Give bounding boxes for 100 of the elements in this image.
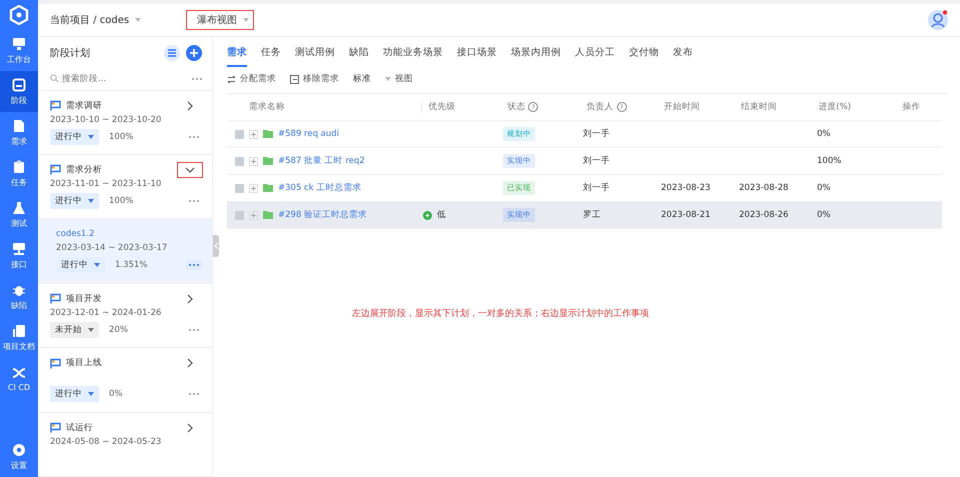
nav-item[interactable]: 阶段: [0, 71, 38, 112]
status-dropdown[interactable]: 进行中: [50, 386, 99, 402]
table-cell: 2023-08-21: [661, 210, 710, 220]
stage-item[interactable]: 试运行 2024-05-08 ~ 2024-05-23: [38, 412, 212, 477]
column-header: 进度(%): [818, 101, 852, 113]
priority-text: 低: [437, 209, 446, 221]
table-cell: 刘一手: [583, 128, 610, 140]
settings-icon: [12, 442, 26, 456]
nav-item[interactable]: 需求: [0, 112, 38, 153]
stage-name: 项目开发: [66, 292, 103, 305]
monitor-icon: [12, 36, 26, 50]
table-cell: 0%: [817, 210, 830, 220]
column-header: 优先级: [427, 101, 456, 113]
requirement-link[interactable]: #587 批量 工时 req2: [278, 155, 365, 167]
checkbox[interactable]: [235, 156, 244, 166]
checkbox[interactable]: [235, 130, 244, 138]
more-icon[interactable]: [186, 260, 202, 270]
tab[interactable]: 测试用例: [295, 40, 335, 66]
annotation-text: 左边展开阶段，显示其下计划，一对多的关系；右边显示计划中的工作事项: [352, 308, 650, 320]
tab[interactable]: 发布: [673, 40, 693, 66]
date-range: 2023-10-10 ~ 2023-10-20: [50, 114, 162, 124]
nav-item[interactable]: 任务: [0, 153, 38, 194]
search-icon: [50, 74, 59, 84]
shuffle-icon: [12, 366, 26, 380]
checkbox[interactable]: [235, 210, 244, 220]
status-dropdown[interactable]: 进行中: [50, 192, 99, 209]
nav-item[interactable]: 工作台: [0, 30, 38, 71]
tab[interactable]: 场景内用例: [511, 40, 561, 66]
status-dropdown[interactable]: 进行中: [56, 257, 105, 274]
swap-icon: [227, 74, 236, 84]
stage-item[interactable]: 需求调研 2023-10-10 ~ 2023-10-20 进行中 100%: [38, 90, 212, 155]
table-cell: 刘一手: [583, 182, 610, 194]
tab[interactable]: 功能业务场景: [383, 40, 443, 66]
add-icon[interactable]: [186, 44, 202, 61]
toolbar-button[interactable]: 移除需求: [290, 73, 339, 85]
table-cell: 0%: [817, 129, 830, 139]
network-icon: [12, 242, 26, 256]
tab[interactable]: 人员分工: [575, 40, 615, 66]
stage-name: 试运行: [66, 422, 94, 434]
column-header: 操作: [902, 101, 922, 113]
table-cell: 2023-08-28: [739, 183, 788, 193]
view-dropdown[interactable]: 视图: [385, 73, 413, 85]
expand-icon[interactable]: [249, 184, 258, 192]
column-header: 结束时间: [741, 101, 778, 113]
checkbox[interactable]: [235, 184, 244, 192]
clipboard-icon: [12, 160, 26, 174]
search-field[interactable]: 搜索阶段...: [62, 74, 189, 84]
collapse-handle[interactable]: [213, 235, 219, 257]
nav-item[interactable]: 接口: [0, 235, 38, 276]
toolbar-button[interactable]: 分配需求: [227, 73, 276, 85]
status-dropdown[interactable]: 进行中: [50, 128, 99, 144]
folder-icon: [263, 130, 273, 138]
more-icon[interactable]: [192, 78, 202, 80]
folder-icon: [263, 157, 273, 165]
tab[interactable]: 缺陷: [349, 40, 369, 66]
avatar-icon[interactable]: [928, 10, 948, 30]
status-dropdown[interactable]: 未开始: [50, 322, 99, 338]
stage-item[interactable]: 项目开发 2023-12-01 ~ 2024-01-26 未开始 20%: [38, 284, 212, 348]
flag-icon: [50, 164, 61, 176]
progress-text: 100%: [109, 132, 134, 142]
view-dropdown[interactable]: 瀑布视图: [187, 11, 254, 29]
list-view-icon[interactable]: [164, 44, 180, 61]
nav-item[interactable]: 测试: [0, 194, 38, 235]
project-breadcrumb[interactable]: 当前项目 / codes: [50, 13, 130, 27]
stage-item[interactable]: 项目上线 进行中 0%: [38, 348, 212, 413]
expand-icon[interactable]: [249, 130, 258, 138]
expand-icon[interactable]: [249, 210, 258, 220]
priority-icon: [423, 210, 432, 220]
tab[interactable]: 交付物: [629, 40, 659, 66]
stage-item[interactable]: codes1.2 2023-03-14 ~ 2023-03-17 进行中 1.351%: [38, 219, 212, 284]
stage-name: 需求调研: [66, 100, 103, 112]
nav-item[interactable]: 缺陷: [0, 276, 38, 317]
table-cell: 2023-08-23: [661, 183, 710, 193]
tab[interactable]: 需求: [227, 40, 247, 66]
flag-icon: [50, 422, 61, 434]
progress-text: 20%: [109, 324, 129, 335]
settings-nav-item[interactable]: 设置: [0, 436, 38, 477]
requirement-link[interactable]: #589 req audi: [278, 129, 340, 139]
table-cell: 罗工: [583, 209, 601, 221]
tab[interactable]: 接口场景: [457, 40, 497, 66]
nav-item[interactable]: CI CD: [0, 358, 38, 399]
progress-text: 0%: [109, 389, 124, 400]
chevron-icon[interactable]: [178, 162, 202, 177]
expand-icon[interactable]: [249, 156, 258, 166]
stage-name: 项目上线: [66, 357, 103, 370]
date-range: 2023-12-01 ~ 2024-01-26: [50, 308, 162, 318]
tab[interactable]: 任务: [261, 40, 281, 66]
date-range: 2023-03-14 ~ 2023-03-17: [56, 243, 168, 254]
toolbar-button[interactable]: 标准: [353, 73, 371, 85]
flag-icon: [50, 100, 61, 111]
table-cell: 0%: [817, 183, 830, 193]
remove-icon: [290, 74, 299, 84]
column-header: 开始时间: [664, 101, 701, 113]
nav-item[interactable]: 项目文档: [0, 317, 38, 358]
requirement-link[interactable]: #305 ck 工时总需求: [278, 182, 362, 194]
date-range: 2024-05-08 ~ 2024-05-23: [50, 436, 162, 447]
folder-icon: [263, 211, 273, 219]
table-cell: 100%: [817, 156, 842, 166]
flag-icon: [50, 358, 61, 369]
stage-icon: [12, 78, 26, 92]
